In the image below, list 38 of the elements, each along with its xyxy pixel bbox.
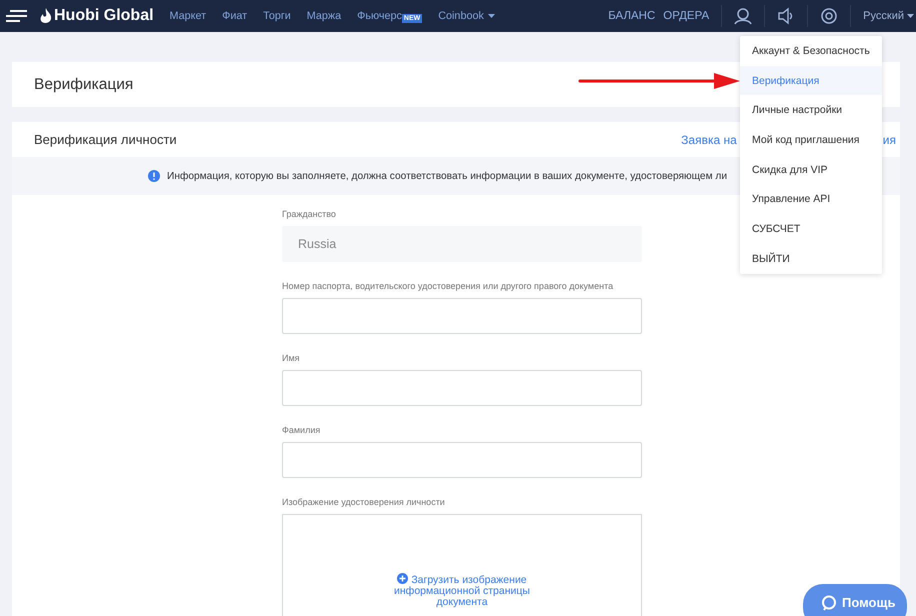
settings-icon[interactable] — [820, 7, 838, 25]
menu-item[interactable]: Верификация — [740, 66, 882, 96]
field-label: Гражданство — [282, 209, 337, 219]
field-label: Имя — [282, 353, 301, 363]
user-icon[interactable] — [734, 7, 752, 25]
field-label: Номер паспорта, водительского удостоверения или другого правого документа — [282, 281, 614, 291]
logo[interactable]: Huobi Global — [54, 7, 154, 25]
menu-item[interactable]: ВЫЙТИ — [740, 244, 882, 274]
menu-item[interactable]: СУБСЧЕТ — [740, 214, 882, 244]
nav-link[interactable]: Маржа — [306, 10, 342, 22]
info-icon — [148, 170, 160, 182]
language-selector[interactable]: Русский — [863, 10, 914, 22]
input-field[interactable] — [282, 298, 642, 334]
input-field[interactable] — [282, 442, 642, 478]
application-link[interactable]: Заявка на — [681, 132, 737, 146]
field-label: Изображение удостоверения личности — [282, 497, 446, 507]
section-title: Верификация личности — [34, 132, 178, 147]
nav-link[interactable]: БАЛАНС — [608, 10, 656, 22]
caret-icon — [907, 14, 914, 18]
menu-icon[interactable] — [6, 10, 28, 22]
nav-link[interactable]: Coinbook — [438, 10, 495, 22]
link-fragment[interactable]: ия — [882, 132, 896, 146]
input-field[interactable] — [282, 370, 642, 406]
upload-link[interactable]: Загрузить изображение информационной страницы документа — [392, 573, 532, 616]
field-label: Фамилия — [282, 425, 322, 435]
menu-item[interactable]: Управление API — [740, 184, 882, 214]
plus-icon — [397, 573, 408, 584]
info-text: Информация, которую вы заполняете, должна соответствовать информации в ваших документе, удостоверяющем ли — [167, 170, 728, 182]
nav-link[interactable]: Фьючерс — [357, 10, 402, 22]
help-button[interactable]: Помощь — [803, 584, 907, 616]
menu-item[interactable]: Скидка для VIP — [740, 154, 882, 184]
menu-item[interactable]: Мой код приглашения — [740, 125, 882, 155]
nav-link[interactable]: ОРДЕРА — [663, 10, 710, 22]
nav-link[interactable]: Торги — [263, 10, 291, 22]
chat-icon — [821, 595, 837, 611]
flame-icon — [40, 8, 52, 24]
nav-link[interactable]: Фиат — [222, 10, 248, 22]
nav-link[interactable]: Маркет — [170, 10, 206, 22]
